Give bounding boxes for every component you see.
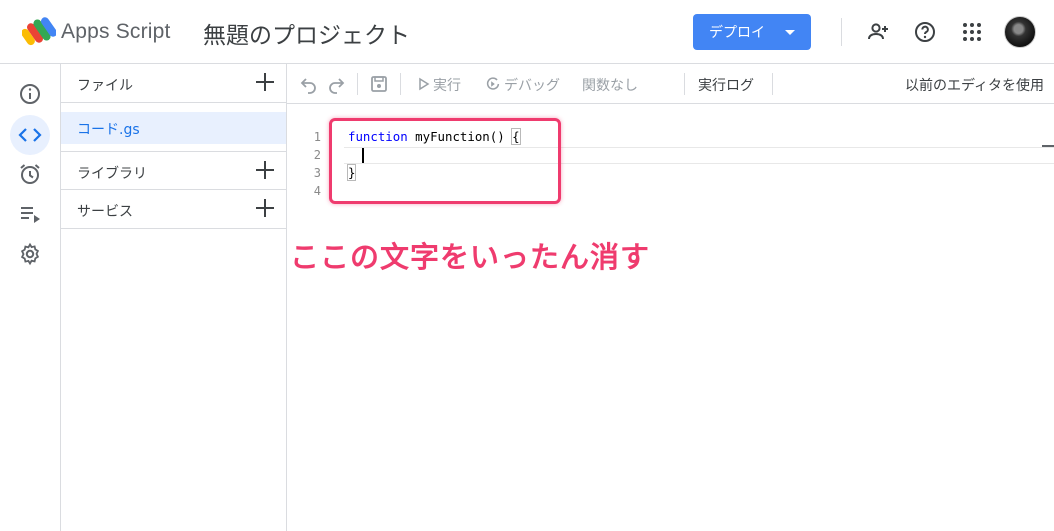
add-library-plus-icon[interactable] (256, 161, 274, 179)
file-item-code-gs[interactable]: コード.gs (61, 112, 286, 144)
highlight-box (329, 118, 561, 204)
line-number: 2 (313, 148, 321, 162)
line-number: 1 (313, 130, 321, 144)
files-label: ファイル (77, 78, 133, 94)
editor-toolbar: 実行 デバッグ 関数なし 実行ログ 以前のエディタを使用 (287, 64, 1054, 104)
run-button[interactable]: 実行 (433, 75, 461, 95)
executions-icon[interactable] (18, 202, 42, 226)
info-icon[interactable] (18, 82, 42, 106)
caret-down-icon (785, 30, 795, 35)
legacy-editor-link[interactable]: 以前のエディタを使用 (905, 75, 1044, 95)
debug-button[interactable]: デバッグ (504, 75, 560, 95)
line-number: 4 (313, 184, 321, 198)
project-title[interactable]: 無題のプロジェクト (203, 16, 410, 50)
help-icon[interactable] (913, 20, 937, 44)
line-number: 3 (313, 166, 321, 180)
toolbar-divider (772, 73, 773, 95)
execution-log-button[interactable]: 実行ログ (698, 75, 754, 95)
avatar[interactable] (1004, 16, 1036, 48)
redo-icon[interactable] (326, 74, 346, 94)
debug-icon (486, 77, 500, 90)
toolbar-divider (357, 73, 358, 95)
gear-icon[interactable] (18, 242, 42, 266)
code-icon[interactable] (18, 123, 42, 147)
file-name: コード.gs (77, 122, 140, 138)
add-person-icon[interactable] (866, 20, 890, 44)
libraries-section-header: ライブラリ (61, 151, 286, 190)
scrollbar-marker[interactable] (1042, 145, 1054, 147)
add-file-plus-icon[interactable] (256, 73, 274, 91)
deploy-button[interactable]: デプロイ (693, 14, 811, 50)
undo-icon[interactable] (299, 74, 319, 94)
libraries-label: ライブラリ (77, 166, 147, 182)
files-panel: ファイル コード.gs ライブラリ サービス (61, 64, 287, 531)
deploy-button-label: デプロイ (709, 25, 765, 41)
function-select[interactable]: 関数なし (582, 75, 638, 95)
services-section-header: サービス (61, 190, 286, 229)
save-icon[interactable] (369, 74, 389, 94)
annotation-text: ここの文字をいったん消す (290, 240, 651, 274)
app-header: Apps Script 無題のプロジェクト デプロイ (0, 0, 1054, 64)
play-icon (419, 77, 430, 91)
toolbar-divider (684, 73, 685, 95)
add-service-plus-icon[interactable] (256, 199, 274, 217)
toolbar-divider (400, 73, 401, 95)
apps-grid-icon[interactable] (960, 20, 984, 44)
header-divider (841, 18, 842, 46)
services-label: サービス (77, 204, 133, 220)
clock-icon[interactable] (18, 162, 42, 186)
app-name: Apps Script (61, 20, 171, 43)
apps-script-logo-icon[interactable] (22, 16, 56, 46)
files-section-header: ファイル (61, 64, 286, 103)
